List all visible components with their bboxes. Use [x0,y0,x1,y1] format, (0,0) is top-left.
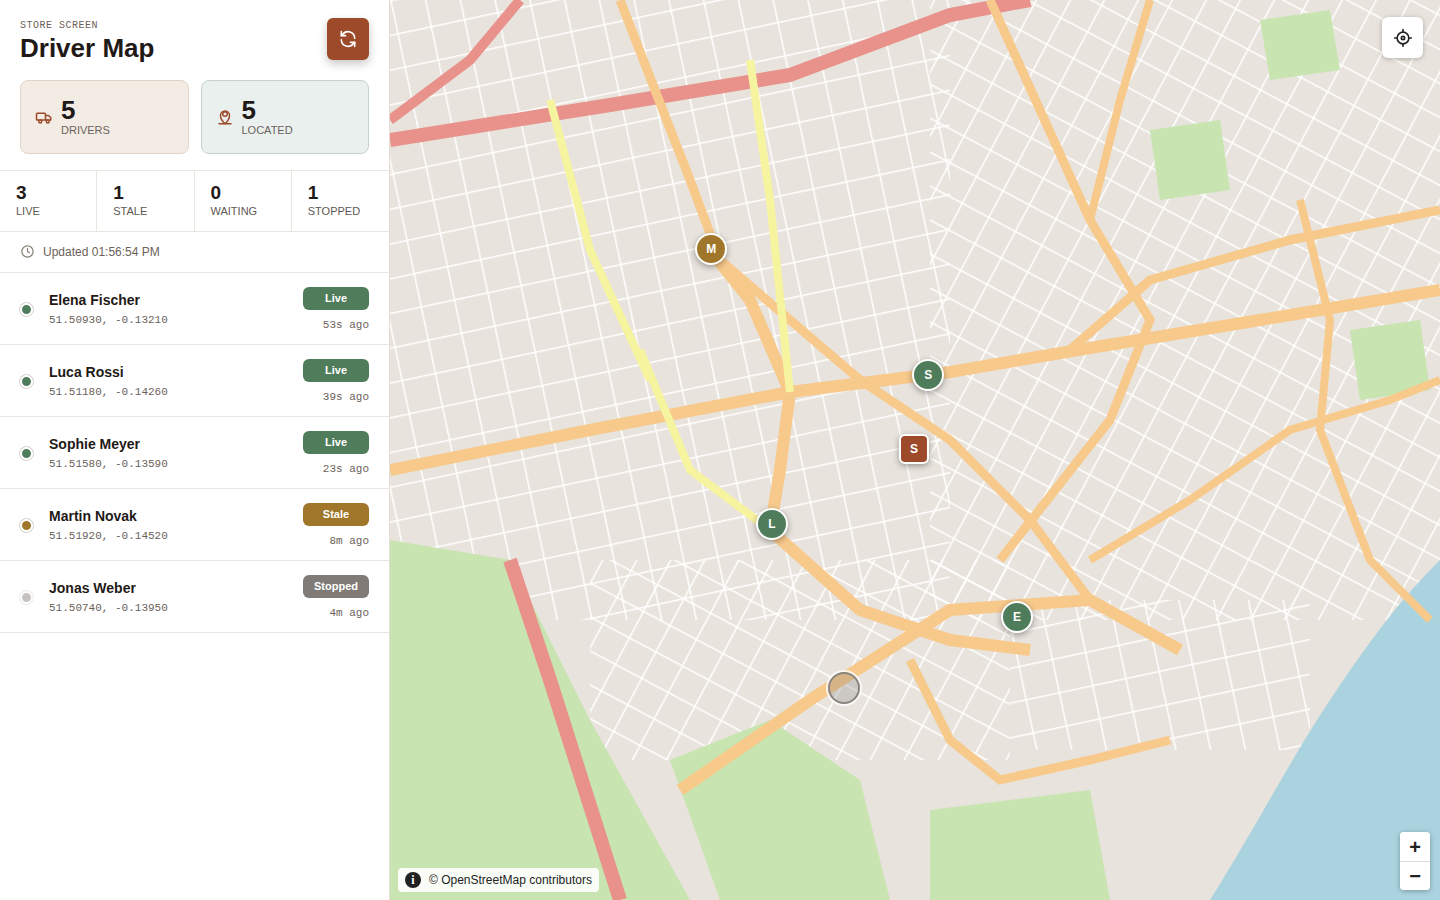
driver-row[interactable]: Jonas Weber 51.50740, -0.13950 Stopped 4m a… [0,561,389,633]
status-count: 0WAITING [195,171,292,231]
status-badge: Live [303,287,369,310]
status-dot [20,519,33,532]
driver-coords: 51.50740, -0.13950 [49,600,287,617]
count-value: 1 [308,182,373,204]
page-title: Driver Map [20,34,154,64]
driver-coords: 51.50930, -0.13210 [49,312,287,329]
driver-name: Luca Rossi [49,363,287,381]
status-dot [20,375,33,388]
summary-value: 5 [242,97,293,124]
status-badge: Live [303,431,369,454]
driver-map[interactable]: E L S M S +− i © OpenStreetMap contributors [390,0,1440,900]
status-dot [20,591,33,604]
driver-pin[interactable] [828,672,860,704]
last-seen: 4m ago [303,605,369,622]
zoom-out-button[interactable]: − [1400,861,1430,890]
driver-pin[interactable]: E [1001,601,1033,633]
driver-coords: 51.51580, -0.13590 [49,456,287,473]
driver-name: Sophie Meyer [49,435,287,453]
status-count: 1STALE [97,171,194,231]
driver-pin[interactable]: S [912,359,944,391]
summary-label: DRIVERS [61,124,110,137]
refresh-button[interactable] [327,18,369,60]
updated-time: Updated 01:56:54 PM [43,243,160,261]
count-label: STOPPED [308,204,373,218]
summary-card: 5DRIVERS [20,80,189,154]
status-badge: Live [303,359,369,382]
status-badge: Stale [303,503,369,526]
driver-pin[interactable]: M [695,233,727,265]
eyebrow-label: STORE SCREEN [20,20,154,31]
count-label: WAITING [211,204,275,218]
count-value: 0 [211,182,275,204]
driver-name: Martin Novak [49,507,287,525]
person-pin-icon [216,108,234,126]
refresh-icon [338,29,358,49]
sidebar-header: STORE SCREEN Driver Map [0,0,389,64]
summary-value: 5 [61,97,110,124]
last-seen: 39s ago [303,389,369,406]
driver-row[interactable]: Sophie Meyer 51.51580, -0.13590 Live 23s ag… [0,417,389,489]
zoom-in-button[interactable]: + [1400,832,1430,861]
locate-button[interactable] [1382,17,1423,58]
status-count: 1STOPPED [292,171,389,231]
status-badge: Stopped [303,575,369,598]
driver-coords: 51.51180, -0.14260 [49,384,287,401]
store-letter: S [910,440,918,458]
summary-cards: 5DRIVERS5LOCATED [0,64,389,170]
count-label: STALE [113,204,177,218]
driver-coords: 51.51920, -0.14520 [49,528,287,545]
driver-pin[interactable]: L [756,508,788,540]
pin-letter: M [706,240,716,258]
status-dot [20,303,33,316]
summary-card: 5LOCATED [201,80,370,154]
count-value: 1 [113,182,177,204]
count-label: LIVE [16,204,80,218]
pin-letter: L [768,515,775,533]
last-seen: 8m ago [303,533,369,550]
pin-letter: E [1013,608,1021,626]
driver-row[interactable]: Elena Fischer 51.50930, -0.13210 Live 53s a… [0,273,389,345]
status-count: 3LIVE [0,171,97,231]
driver-row[interactable]: Martin Novak 51.51920, -0.14520 Stale 8m ag… [0,489,389,561]
pin-letter: S [924,366,932,384]
driver-list: Elena Fischer 51.50930, -0.13210 Live 53s a… [0,273,389,633]
sidebar: STORE SCREENDriver Map5DRIVERS5LOCATED3L… [0,0,390,900]
last-seen: 53s ago [303,317,369,334]
last-seen: 23s ago [303,461,369,478]
map-attribution: i © OpenStreetMap contributors [398,868,599,892]
count-value: 3 [16,182,80,204]
status-counts: 3LIVE1STALE0WAITING1STOPPED [0,170,389,232]
attribution-text[interactable]: © OpenStreetMap contributors [429,871,592,889]
crosshair-icon [1393,28,1413,48]
driver-name: Jonas Weber [49,579,287,597]
driver-name: Elena Fischer [49,291,287,309]
store-pin[interactable]: S [899,434,929,464]
truck-icon [35,108,53,126]
updated-row: Updated 01:56:54 PM [0,232,389,273]
driver-row[interactable]: Luca Rossi 51.51180, -0.14260 Live 39s ago [0,345,389,417]
info-icon[interactable]: i [405,872,421,888]
summary-label: LOCATED [242,124,293,137]
status-dot [20,447,33,460]
clock-icon [20,244,35,259]
zoom-control: +− [1400,832,1430,890]
